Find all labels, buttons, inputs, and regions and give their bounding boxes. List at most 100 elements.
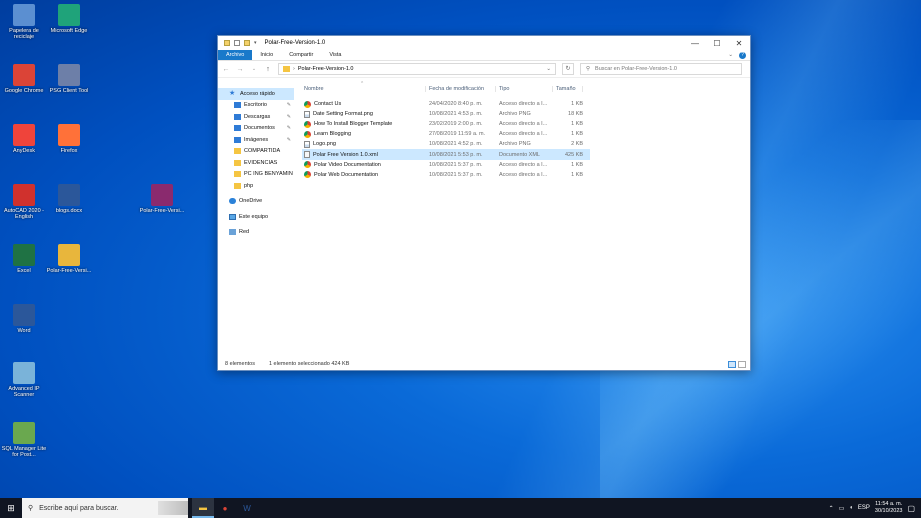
large-icons-view-icon[interactable] bbox=[738, 360, 746, 368]
word-taskbar[interactable]: W bbox=[236, 498, 258, 518]
up-arrow-icon[interactable]: ↑ bbox=[264, 66, 272, 73]
nav-item[interactable]: Imágenes ✎ bbox=[218, 134, 294, 146]
tab-vista[interactable]: Vista bbox=[321, 50, 349, 60]
column-header-type[interactable]: Tipo bbox=[496, 85, 553, 92]
forward-arrow-icon[interactable]: → bbox=[236, 66, 244, 73]
desktop-icon[interactable]: blogs.docx bbox=[45, 184, 93, 214]
search-input[interactable]: ⚲ Buscar en Polar-Free-Version-1.0 bbox=[580, 63, 742, 75]
column-header-date[interactable]: Fecha de modificación bbox=[426, 85, 496, 92]
properties-icon[interactable] bbox=[234, 40, 240, 46]
nav-item[interactable]: PC ING BENYAMIN bbox=[218, 169, 294, 181]
file-name-cell: Date Setting Format.png bbox=[302, 110, 426, 118]
chrome-taskbar[interactable]: ● bbox=[214, 498, 236, 518]
network-icon[interactable]: ▭ bbox=[839, 505, 845, 512]
file-name-cell: How To Install Blogger Template bbox=[302, 120, 426, 128]
taskbar-search[interactable]: ⚲ Escribe aquí para buscar. bbox=[22, 498, 188, 518]
image-file-icon bbox=[304, 110, 310, 118]
nav-item[interactable]: php bbox=[218, 180, 294, 192]
nav-item-label: php bbox=[244, 182, 254, 189]
table-row[interactable]: How To Install Blogger Template 23/02/201… bbox=[302, 119, 590, 129]
word-icon bbox=[58, 184, 80, 206]
desktop-icon[interactable]: AutoCAD 2020 - English bbox=[0, 184, 48, 220]
desktop-icon[interactable]: Advanced IP Scanner bbox=[0, 362, 48, 398]
address-bar[interactable]: › Polar-Free-Version-1.0 ⌄ bbox=[278, 63, 556, 75]
notifications-icon[interactable]: ▢ bbox=[907, 504, 915, 513]
explorer-window[interactable]: ▾ Polar-Free-Version-1.0 — ☐ ✕ Archivo I… bbox=[217, 35, 751, 371]
desktop-icon[interactable]: SQL Manager Lite for Post... bbox=[0, 422, 48, 458]
tab-inicio[interactable]: Inicio bbox=[252, 50, 281, 60]
window-title: Polar-Free-Version-1.0 bbox=[264, 40, 326, 46]
desktop-icon[interactable]: Polar-Free-Versi... bbox=[138, 184, 186, 214]
table-row[interactable]: Polar Free Version 1.0.xml 10/08/2021 5:5… bbox=[302, 149, 590, 160]
back-arrow-icon[interactable]: ← bbox=[222, 66, 230, 73]
file-date: 24/04/2020 8:40 p. m. bbox=[429, 101, 483, 108]
close-button[interactable]: ✕ bbox=[728, 39, 750, 48]
table-row[interactable]: Polar Video Documentation 10/08/2021 5:37… bbox=[302, 160, 590, 170]
desktop-icon[interactable]: Google Chrome bbox=[0, 64, 48, 94]
title-bar[interactable]: ▾ Polar-Free-Version-1.0 — ☐ ✕ bbox=[218, 36, 750, 50]
folder-icon bbox=[234, 182, 241, 189]
desktop-icon[interactable]: Polar-Free-Versi... bbox=[45, 244, 93, 274]
nav-item[interactable]: ★ Acceso rápido bbox=[218, 88, 294, 100]
maximize-button[interactable]: ☐ bbox=[706, 39, 728, 48]
breadcrumb-chevron-icon[interactable]: › bbox=[293, 66, 295, 72]
customize-toolbar-icon[interactable]: ▾ bbox=[254, 40, 257, 46]
tab-archivo[interactable]: Archivo bbox=[218, 50, 253, 60]
nav-item[interactable]: Red bbox=[218, 227, 294, 239]
desktop-icon[interactable]: AnyDesk bbox=[0, 124, 48, 154]
language-indicator[interactable]: ESP bbox=[858, 505, 870, 511]
nav-item-label: Imágenes bbox=[244, 136, 269, 143]
nav-item-label: Acceso rápido bbox=[240, 90, 275, 97]
shortcut-icon bbox=[304, 120, 311, 128]
chrome-icon bbox=[13, 64, 35, 86]
address-dropdown-icon[interactable]: ⌄ bbox=[546, 66, 551, 72]
table-row[interactable]: Date Setting Format.png 10/08/2021 4:53 p… bbox=[302, 109, 590, 119]
column-header-size[interactable]: Tamaño bbox=[553, 85, 583, 92]
desktop-icon-label: PSG Client Tool bbox=[49, 88, 89, 94]
downloads-icon bbox=[234, 113, 241, 120]
table-row[interactable]: Learn Blogging 27/08/2019 11:59 a. m. Acce… bbox=[302, 129, 590, 139]
clock[interactable]: 11:54 a. m. 30/10/2023 bbox=[875, 501, 903, 515]
breadcrumb[interactable]: Polar-Free-Version-1.0 bbox=[298, 66, 354, 72]
desktop-icon[interactable]: Microsoft Edge bbox=[45, 4, 93, 34]
ribbon-tabs: Archivo Inicio Compartir Vista ⌄ ? bbox=[218, 50, 750, 61]
file-date: 10/08/2021 5:53 p. m. bbox=[429, 151, 483, 158]
file-date: 10/08/2021 4:53 p. m. bbox=[429, 111, 483, 118]
recent-locations-icon[interactable]: ⌄ bbox=[250, 66, 258, 72]
chevron-up-icon[interactable]: ⌃ bbox=[829, 505, 834, 512]
desktop-icon[interactable]: Excel bbox=[0, 244, 48, 274]
star-icon: ★ bbox=[229, 89, 236, 97]
details-view-icon[interactable] bbox=[728, 360, 736, 368]
table-row[interactable]: Contact Us 24/04/2020 8:40 p. m. Acceso di… bbox=[302, 99, 590, 109]
nav-item[interactable]: OneDrive bbox=[218, 196, 294, 208]
refresh-button[interactable]: ↻ bbox=[562, 63, 574, 75]
nav-item[interactable]: Escritorio ✎ bbox=[218, 100, 294, 112]
file-name: Polar Free Version 1.0.xml bbox=[313, 151, 378, 158]
navigation-bar: ← → ⌄ ↑ › Polar-Free-Version-1.0 ⌄ ↻ ⚲ B… bbox=[218, 61, 750, 78]
nav-item[interactable]: EVIDENCIAS bbox=[218, 157, 294, 169]
file-type: Acceso directo a I... bbox=[499, 131, 548, 138]
tab-compartir[interactable]: Compartir bbox=[281, 50, 321, 60]
status-bar: 8 elementos 1 elemento seleccionado 424 … bbox=[218, 358, 750, 370]
nav-item[interactable]: Este equipo bbox=[218, 211, 294, 223]
nav-item[interactable]: Documentos ✎ bbox=[218, 123, 294, 135]
table-row[interactable]: Logo.png 10/08/2021 4:52 p. m. Archivo PNG… bbox=[302, 139, 590, 149]
desktop-icon[interactable]: PSG Client Tool bbox=[45, 64, 93, 94]
desktop-icon[interactable]: Word bbox=[0, 304, 48, 334]
navigation-pane: ★ Acceso rápido Escritorio ✎ Descargas ✎ Docum… bbox=[218, 81, 294, 358]
help-icon[interactable]: ? bbox=[739, 51, 746, 59]
desktop-icon[interactable]: Firefox bbox=[45, 124, 93, 154]
clock-date: 30/10/2023 bbox=[874, 508, 903, 514]
volume-icon[interactable]: ◖ bbox=[849, 505, 853, 511]
table-row[interactable]: Polar Web Documentation 10/08/2021 5:37 p… bbox=[302, 170, 590, 180]
start-button[interactable]: ⊞ bbox=[0, 498, 22, 518]
nav-item[interactable]: Descargas ✎ bbox=[218, 111, 294, 123]
desktop-icon[interactable]: Papelera de reciclaje bbox=[0, 4, 48, 40]
new-folder-icon[interactable] bbox=[244, 40, 250, 46]
minimize-button[interactable]: — bbox=[684, 39, 706, 48]
expand-ribbon-icon[interactable]: ⌄ bbox=[728, 52, 733, 58]
nav-item[interactable]: COMPARTIDA bbox=[218, 146, 294, 158]
file-explorer-taskbar[interactable]: ▬ bbox=[192, 498, 214, 518]
file-date: 10/08/2021 4:52 p. m. bbox=[429, 141, 483, 148]
desktop-icon-label: AnyDesk bbox=[12, 148, 35, 154]
